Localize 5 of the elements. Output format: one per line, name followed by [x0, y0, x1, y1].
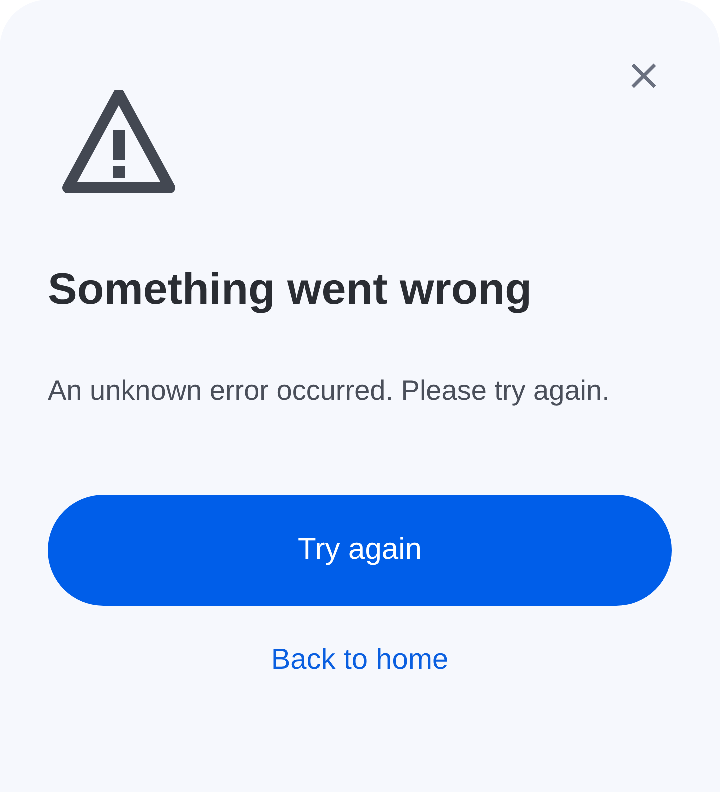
back-to-home-link[interactable]: Back to home: [271, 644, 449, 677]
try-again-button[interactable]: Try again: [48, 494, 672, 606]
dialog-title: Something went wrong: [48, 264, 533, 316]
error-message: An unknown error occurred. Please try again.: [48, 374, 611, 408]
close-icon: [630, 62, 658, 90]
